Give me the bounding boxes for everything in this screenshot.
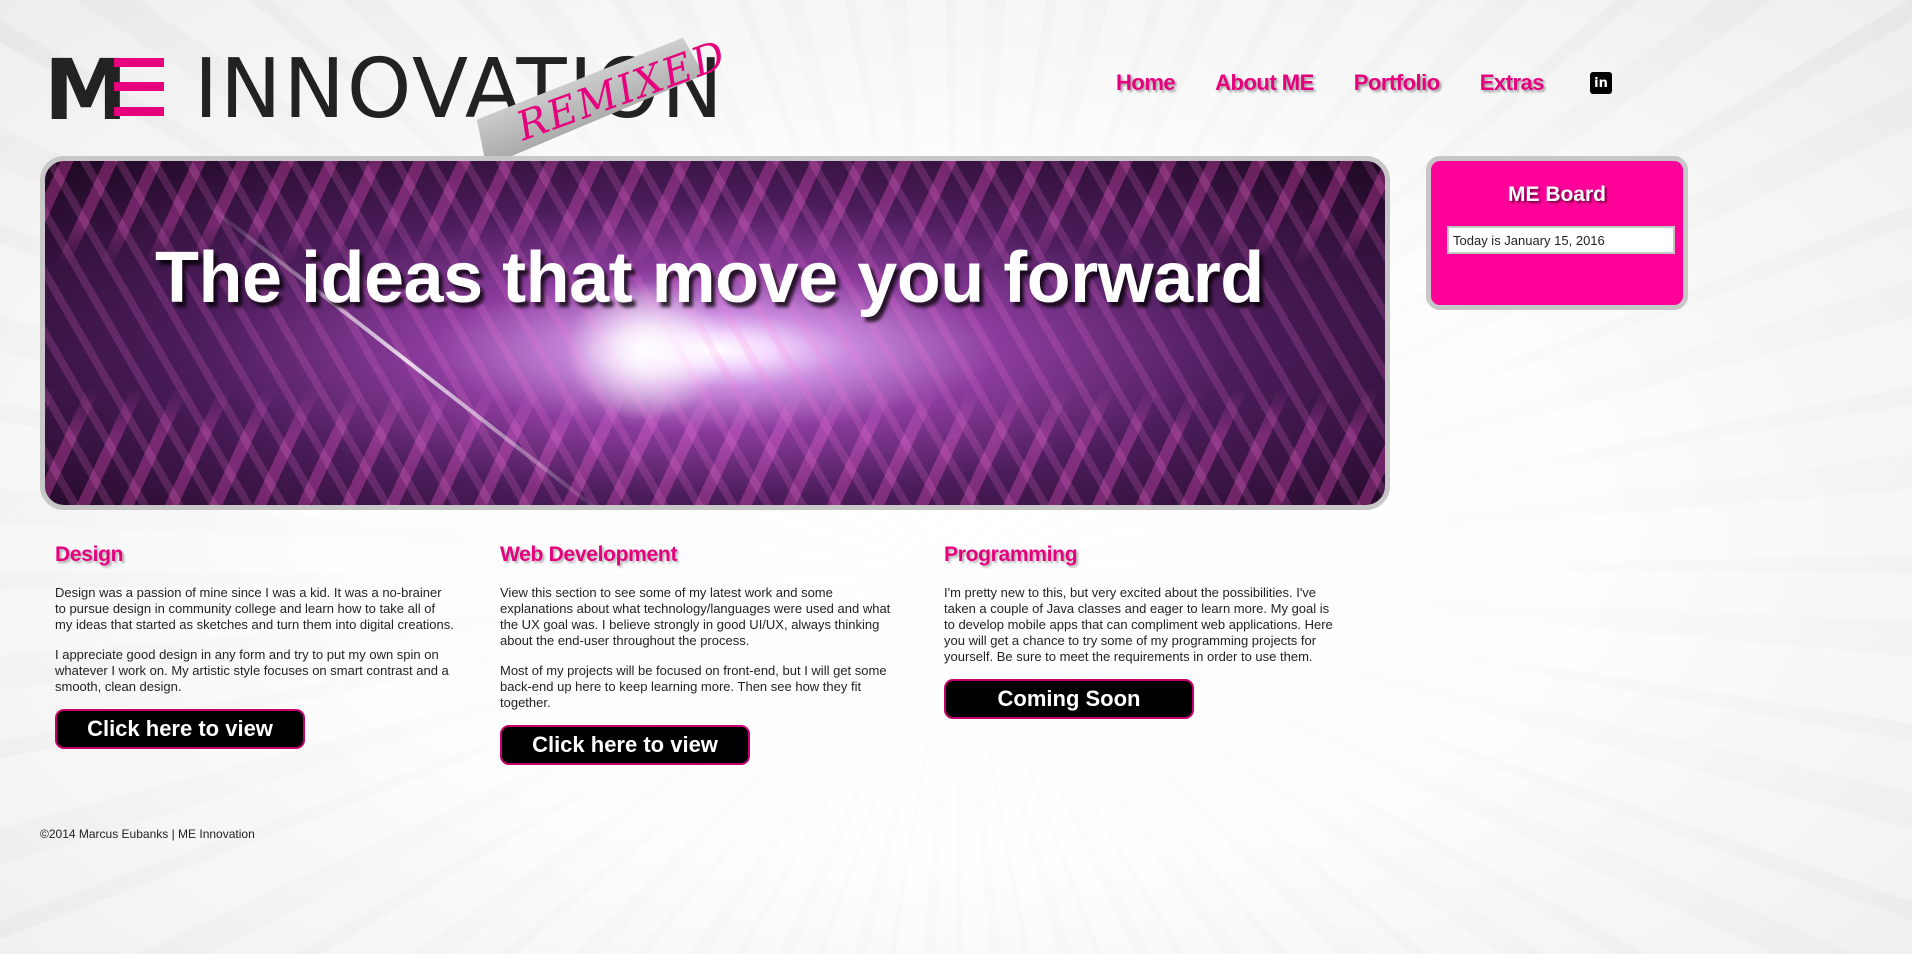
section-heading: Design	[55, 543, 124, 566]
footer-copyright: ©2014 Marcus Eubanks | ME Innovation	[40, 827, 255, 841]
section-heading: Web Development	[500, 543, 678, 566]
coming-soon-button[interactable]: Coming Soon	[944, 679, 1194, 719]
section-paragraph: I'm pretty new to this, but very excited…	[944, 585, 1333, 664]
logo-e-mark	[114, 58, 164, 116]
section-design: Design Design was a passion of mine sinc…	[55, 543, 455, 749]
web-dev-view-button[interactable]: Click here to view	[500, 725, 750, 765]
board-date-field: Today is January 15, 2016	[1447, 226, 1675, 254]
section-programming: Programming I'm pretty new to this, but …	[944, 543, 1339, 719]
main-nav: Home About ME Portfolio Extras in	[1116, 70, 1612, 96]
design-view-button[interactable]: Click here to view	[55, 709, 305, 749]
nav-portfolio[interactable]: Portfolio	[1354, 70, 1440, 96]
section-paragraph: Design was a passion of mine since I was…	[55, 585, 454, 632]
nav-extras[interactable]: Extras	[1480, 70, 1545, 96]
section-web-development: Web Development View this section to see…	[500, 543, 900, 765]
linkedin-icon[interactable]: in	[1590, 72, 1612, 94]
section-paragraph: View this section to see some of my late…	[500, 585, 891, 648]
nav-home[interactable]: Home	[1116, 70, 1176, 96]
hero-title: The ideas that move you forward	[155, 238, 1264, 318]
me-board: ME Board Today is January 15, 2016	[1426, 156, 1688, 310]
section-paragraph: Most of my projects will be focused on f…	[500, 663, 887, 710]
nav-about-me[interactable]: About ME	[1215, 70, 1314, 96]
linkedin-glyph: in	[1594, 75, 1608, 91]
section-paragraph: I appreciate good design in any form and…	[55, 647, 449, 694]
site-logo[interactable]: M INNOVATION REMIXED	[44, 32, 733, 146]
hero-banner: The ideas that move you forward	[40, 156, 1390, 510]
section-heading: Programming	[944, 543, 1078, 566]
board-title: ME Board	[1507, 183, 1606, 206]
